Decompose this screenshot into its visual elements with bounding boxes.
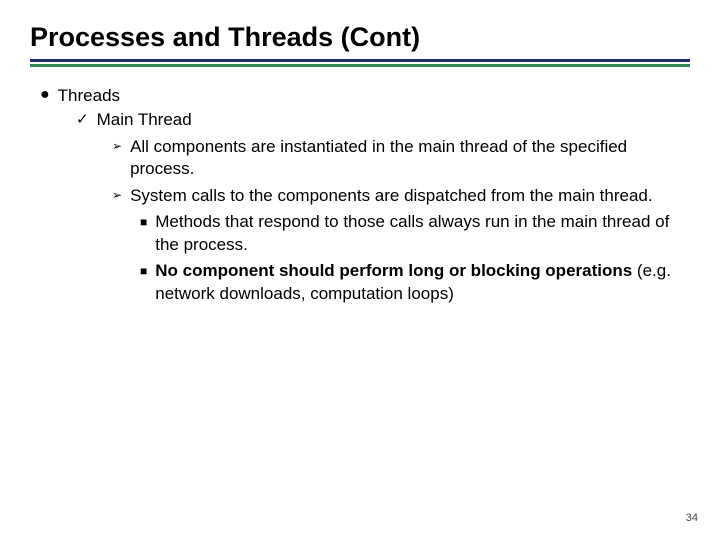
- bullet-text: Main Thread: [97, 109, 690, 131]
- divider-green: [30, 64, 690, 67]
- bullet-lvl3: ➢ All components are instantiated in the…: [112, 136, 690, 181]
- square-icon: ■: [140, 212, 147, 232]
- bullet-lvl1: ● Threads: [40, 85, 690, 107]
- check-icon: ✓: [76, 110, 89, 130]
- slide: Processes and Threads (Cont) ● Threads ✓…: [0, 0, 720, 540]
- divider-navy: [30, 59, 690, 62]
- bullet-text: All components are instantiated in the m…: [130, 136, 684, 181]
- bullet-text: No component should perform long or bloc…: [155, 260, 684, 305]
- slide-title: Processes and Threads (Cont): [30, 22, 690, 53]
- triangle-icon: ➢: [112, 137, 122, 156]
- square-icon: ■: [140, 261, 147, 281]
- bullet-text: Threads: [58, 85, 690, 107]
- bullet-text: Methods that respond to those calls alwa…: [155, 211, 684, 256]
- bullet-text: System calls to the components are dispa…: [130, 185, 684, 207]
- bullet-bold-segment: No component should perform long or bloc…: [155, 261, 632, 280]
- bullet-lvl2: ✓ Main Thread: [76, 109, 690, 131]
- bullet-lvl4: ■ Methods that respond to those calls al…: [140, 211, 690, 256]
- page-number: 34: [686, 512, 698, 524]
- bullet-lvl3: ➢ System calls to the components are dis…: [112, 185, 690, 207]
- slide-content: ● Threads ✓ Main Thread ➢ All components…: [30, 85, 690, 305]
- bullet-lvl4: ■ No component should perform long or bl…: [140, 260, 690, 305]
- triangle-icon: ➢: [112, 186, 122, 205]
- dot-icon: ●: [40, 85, 50, 106]
